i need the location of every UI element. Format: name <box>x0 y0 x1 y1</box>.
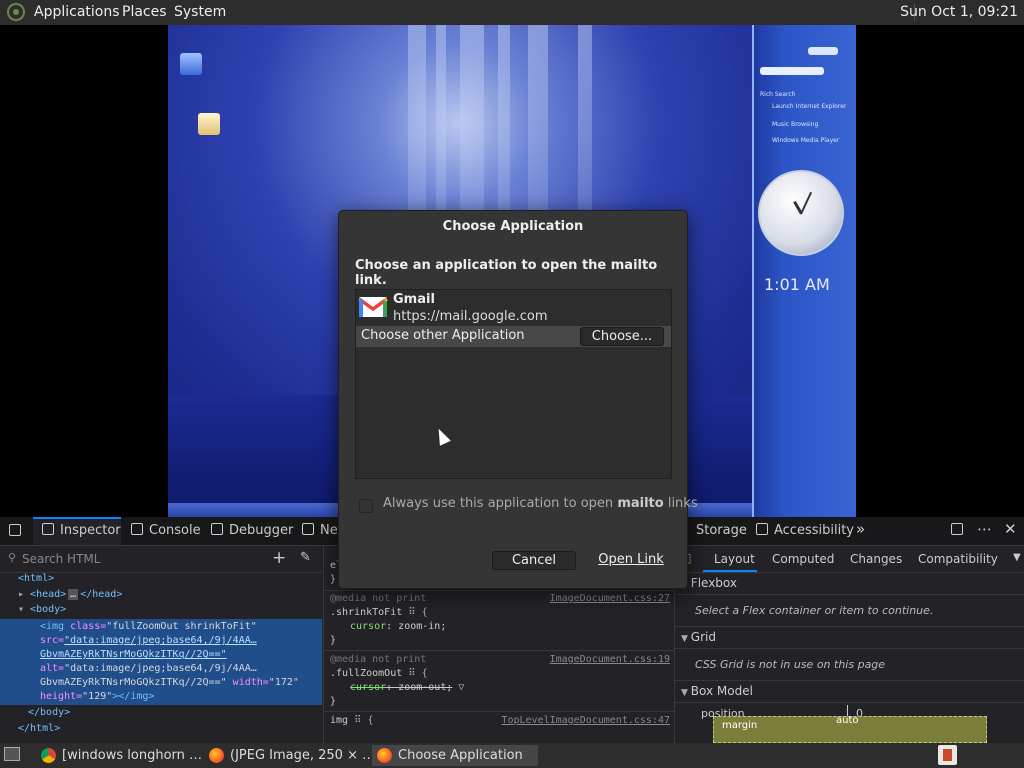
always-use-checkbox[interactable] <box>359 499 373 513</box>
choose-application-dialog: Choose Application Choose an application… <box>338 210 698 589</box>
cancel-button[interactable]: Cancel <box>492 551 576 570</box>
task-firefox-jpeg[interactable]: (JPEG Image, 250 × … <box>204 745 370 766</box>
tab-layout[interactable]: Layout <box>714 552 755 566</box>
firefox-icon <box>209 748 224 763</box>
flexbox-section[interactable]: ▼ Flexbox <box>681 576 737 590</box>
dialog-title: Choose Application <box>442 219 584 234</box>
tab-changes[interactable]: Changes <box>850 552 902 566</box>
filter-icon[interactable]: ▽ <box>458 682 464 693</box>
add-node-icon[interactable]: + <box>272 548 286 568</box>
sidebar-tabs: ▯ Layout Computed Changes Compatibility … <box>675 546 1024 573</box>
application-list[interactable]: Gmail https://mail.google.com Choose oth… <box>355 289 672 479</box>
network-icon <box>302 523 314 535</box>
screenshot-sidebar <box>752 25 856 517</box>
tab-network[interactable]: Ne <box>302 523 338 538</box>
stylesheet-link[interactable]: ImageDocument.css:27 <box>550 593 670 604</box>
stylesheet-link[interactable]: ImageDocument.css:19 <box>550 654 670 665</box>
app-url: https://mail.google.com <box>393 309 548 324</box>
tab-storage[interactable]: Storage <box>696 523 747 538</box>
search-html-input[interactable]: Search HTML <box>22 552 100 566</box>
tab-debugger[interactable]: Debugger <box>211 523 293 538</box>
gmail-icon <box>358 297 388 317</box>
markup-view[interactable]: <html> ▸ <head>… </head> ▾ <body> <img cl… <box>0 573 322 743</box>
choose-other-label: Choose other Application <box>361 328 525 343</box>
applications-menu[interactable]: Applications <box>34 4 120 20</box>
panel-clock[interactable]: Sun Oct 1, 09:21 <box>900 4 1018 20</box>
list-item-gmail[interactable]: Gmail https://mail.google.com <box>356 290 671 326</box>
computer-icon <box>180 53 202 75</box>
debugger-icon <box>211 523 223 535</box>
choose-button[interactable]: Choose... <box>580 327 664 346</box>
search-icon: ⚲ <box>8 551 17 564</box>
screenshot-time: 1:01 AM <box>764 275 830 294</box>
trash-icon[interactable] <box>938 745 957 765</box>
eyedropper-icon[interactable]: ✎ <box>300 550 311 565</box>
close-icon[interactable]: ✕ <box>1004 520 1017 538</box>
tab-accessibility[interactable]: Accessibility <box>756 523 854 538</box>
menu-dots-icon[interactable]: ⋯ <box>977 520 992 538</box>
places-menu[interactable]: Places <box>122 4 167 20</box>
open-link-button[interactable]: Open Link <box>589 551 673 570</box>
tab-console[interactable]: Console <box>131 523 201 538</box>
layout-sidebar: ▯ Layout Computed Changes Compatibility … <box>674 546 1024 743</box>
chevron-down-icon[interactable]: ▼ <box>1013 552 1021 563</box>
tab-computed[interactable]: Computed <box>772 552 834 566</box>
screenshot-clock-icon <box>758 170 844 256</box>
list-item-choose-other[interactable]: Choose other Application Choose... <box>356 326 671 347</box>
stylesheet-link[interactable]: TopLevelImageDocument.css:47 <box>501 715 670 726</box>
pick-element-icon[interactable] <box>9 524 21 539</box>
tab-inspector[interactable]: Inspector <box>42 523 121 538</box>
tab-compatibility[interactable]: Compatibility <box>918 552 998 566</box>
top-panel: Applications Places System Sun Oct 1, 09… <box>0 0 1024 25</box>
more-tabs-icon[interactable]: » <box>856 520 865 538</box>
console-icon <box>131 523 143 535</box>
show-desktop-icon[interactable] <box>4 747 20 761</box>
html-search-row: ⚲ Search HTML + ✎ <box>0 546 322 573</box>
inspector-icon <box>42 523 54 535</box>
task-choose-application[interactable]: Choose Application <box>372 745 538 766</box>
folder-icon <box>198 113 220 135</box>
dock-icon[interactable] <box>951 523 963 538</box>
always-use-label: Always use this application to open mail… <box>383 496 698 511</box>
task-chrome[interactable]: [windows longhorn … <box>36 745 204 766</box>
dialog-prompt: Choose an application to open the mailto… <box>355 258 658 288</box>
app-name: Gmail <box>393 292 435 307</box>
firefox-icon <box>377 748 392 763</box>
box-model-margin[interactable]: margin auto <box>713 715 987 743</box>
gnome-foot-icon[interactable] <box>7 3 25 21</box>
accessibility-icon <box>756 523 768 535</box>
grid-section[interactable]: ▼ Grid <box>681 630 716 644</box>
box-model-section[interactable]: ▼ Box Model <box>681 684 753 698</box>
bottom-taskbar: [windows longhorn … (JPEG Image, 250 × …… <box>0 743 1024 768</box>
system-menu[interactable]: System <box>174 4 226 20</box>
chrome-icon <box>41 748 56 763</box>
